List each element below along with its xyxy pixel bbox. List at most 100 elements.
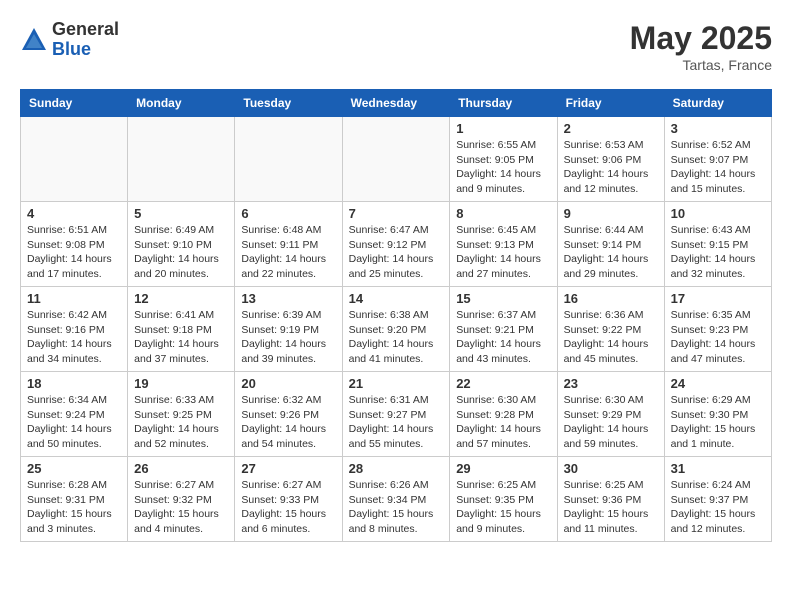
calendar-cell: 7 Sunrise: 6:47 AM Sunset: 9:12 PM Daylig… bbox=[342, 202, 450, 287]
calendar-cell: 26 Sunrise: 6:27 AM Sunset: 9:32 PM Dayli… bbox=[128, 457, 235, 542]
calendar-cell: 10Sunrise: 6:43 AM Sunset: 9:15 PM Dayli… bbox=[664, 202, 771, 287]
header-sunday: Sunday bbox=[21, 90, 128, 117]
calendar-cell: 11Sunrise: 6:42 AM Sunset: 9:16 PM Dayli… bbox=[21, 287, 128, 372]
day-info: Sunrise: 6:36 AM Sunset: 9:22 PM Dayligh… bbox=[564, 308, 658, 367]
day-info: Sunrise: 6:47 AM Sunset: 9:12 PM Dayligh… bbox=[349, 223, 444, 282]
day-number: 3 bbox=[671, 121, 765, 136]
day-info: Sunrise: 6:29 AM Sunset: 9:30 PM Dayligh… bbox=[671, 393, 765, 452]
day-number: 20 bbox=[241, 376, 335, 391]
logo: General Blue bbox=[20, 20, 119, 60]
day-info: Sunrise: 6:44 AM Sunset: 9:14 PM Dayligh… bbox=[564, 223, 658, 282]
calendar-cell: 24Sunrise: 6:29 AM Sunset: 9:30 PM Dayli… bbox=[664, 372, 771, 457]
day-number: 13 bbox=[241, 291, 335, 306]
calendar-body: 1 Sunrise: 6:55 AM Sunset: 9:05 PM Daylig… bbox=[21, 117, 772, 542]
calendar-cell bbox=[342, 117, 450, 202]
day-number: 23 bbox=[564, 376, 658, 391]
page-header: General Blue May 2025 Tartas, France bbox=[20, 20, 772, 73]
day-info: Sunrise: 6:51 AM Sunset: 9:08 PM Dayligh… bbox=[27, 223, 121, 282]
day-number: 12 bbox=[134, 291, 228, 306]
calendar-cell: 22Sunrise: 6:30 AM Sunset: 9:28 PM Dayli… bbox=[450, 372, 557, 457]
day-info: Sunrise: 6:24 AM Sunset: 9:37 PM Dayligh… bbox=[671, 478, 765, 537]
title-section: May 2025 Tartas, France bbox=[630, 20, 772, 73]
day-info: Sunrise: 6:25 AM Sunset: 9:35 PM Dayligh… bbox=[456, 478, 550, 537]
week-row-4: 25 Sunrise: 6:28 AM Sunset: 9:31 PM Dayli… bbox=[21, 457, 772, 542]
day-number: 15 bbox=[456, 291, 550, 306]
day-info: Sunrise: 6:49 AM Sunset: 9:10 PM Dayligh… bbox=[134, 223, 228, 282]
day-info: Sunrise: 6:53 AM Sunset: 9:06 PM Dayligh… bbox=[564, 138, 658, 197]
day-info: Sunrise: 6:28 AM Sunset: 9:31 PM Dayligh… bbox=[27, 478, 121, 537]
day-number: 6 bbox=[241, 206, 335, 221]
day-number: 2 bbox=[564, 121, 658, 136]
day-number: 30 bbox=[564, 461, 658, 476]
calendar-cell: 27 Sunrise: 6:27 AM Sunset: 9:33 PM Dayli… bbox=[235, 457, 342, 542]
day-number: 26 bbox=[134, 461, 228, 476]
calendar-header: SundayMondayTuesdayWednesdayThursdayFrid… bbox=[21, 90, 772, 117]
calendar-cell bbox=[21, 117, 128, 202]
calendar-cell: 3 Sunrise: 6:52 AM Sunset: 9:07 PM Daylig… bbox=[664, 117, 771, 202]
calendar-cell: 8 Sunrise: 6:45 AM Sunset: 9:13 PM Daylig… bbox=[450, 202, 557, 287]
header-saturday: Saturday bbox=[664, 90, 771, 117]
calendar-cell: 19Sunrise: 6:33 AM Sunset: 9:25 PM Dayli… bbox=[128, 372, 235, 457]
header-wednesday: Wednesday bbox=[342, 90, 450, 117]
calendar-cell: 14 Sunrise: 6:38 AM Sunset: 9:20 PM Dayli… bbox=[342, 287, 450, 372]
logo-icon bbox=[20, 26, 48, 54]
day-number: 14 bbox=[349, 291, 444, 306]
calendar-cell: 4 Sunrise: 6:51 AM Sunset: 9:08 PM Daylig… bbox=[21, 202, 128, 287]
day-number: 4 bbox=[27, 206, 121, 221]
day-number: 7 bbox=[349, 206, 444, 221]
day-number: 9 bbox=[564, 206, 658, 221]
day-info: Sunrise: 6:38 AM Sunset: 9:20 PM Dayligh… bbox=[349, 308, 444, 367]
day-info: Sunrise: 6:45 AM Sunset: 9:13 PM Dayligh… bbox=[456, 223, 550, 282]
day-info: Sunrise: 6:42 AM Sunset: 9:16 PM Dayligh… bbox=[27, 308, 121, 367]
calendar-cell: 30 Sunrise: 6:25 AM Sunset: 9:36 PM Dayli… bbox=[557, 457, 664, 542]
day-info: Sunrise: 6:30 AM Sunset: 9:29 PM Dayligh… bbox=[564, 393, 658, 452]
week-row-0: 1 Sunrise: 6:55 AM Sunset: 9:05 PM Daylig… bbox=[21, 117, 772, 202]
calendar-cell: 20 Sunrise: 6:32 AM Sunset: 9:26 PM Dayli… bbox=[235, 372, 342, 457]
calendar-cell bbox=[128, 117, 235, 202]
day-number: 29 bbox=[456, 461, 550, 476]
header-monday: Monday bbox=[128, 90, 235, 117]
day-info: Sunrise: 6:34 AM Sunset: 9:24 PM Dayligh… bbox=[27, 393, 121, 452]
day-info: Sunrise: 6:52 AM Sunset: 9:07 PM Dayligh… bbox=[671, 138, 765, 197]
day-number: 25 bbox=[27, 461, 121, 476]
header-tuesday: Tuesday bbox=[235, 90, 342, 117]
calendar-cell: 25 Sunrise: 6:28 AM Sunset: 9:31 PM Dayli… bbox=[21, 457, 128, 542]
day-info: Sunrise: 6:27 AM Sunset: 9:33 PM Dayligh… bbox=[241, 478, 335, 537]
day-number: 8 bbox=[456, 206, 550, 221]
logo-general: General bbox=[52, 20, 119, 40]
calendar-cell: 18 Sunrise: 6:34 AM Sunset: 9:24 PM Dayli… bbox=[21, 372, 128, 457]
day-info: Sunrise: 6:43 AM Sunset: 9:15 PM Dayligh… bbox=[671, 223, 765, 282]
header-row: SundayMondayTuesdayWednesdayThursdayFrid… bbox=[21, 90, 772, 117]
calendar-cell: 29 Sunrise: 6:25 AM Sunset: 9:35 PM Dayli… bbox=[450, 457, 557, 542]
calendar-cell: 13 Sunrise: 6:39 AM Sunset: 9:19 PM Dayli… bbox=[235, 287, 342, 372]
calendar-cell: 28Sunrise: 6:26 AM Sunset: 9:34 PM Dayli… bbox=[342, 457, 450, 542]
calendar-cell: 2 Sunrise: 6:53 AM Sunset: 9:06 PM Daylig… bbox=[557, 117, 664, 202]
day-number: 16 bbox=[564, 291, 658, 306]
day-info: Sunrise: 6:32 AM Sunset: 9:26 PM Dayligh… bbox=[241, 393, 335, 452]
month-title: May 2025 bbox=[630, 20, 772, 57]
location: Tartas, France bbox=[630, 57, 772, 73]
day-info: Sunrise: 6:31 AM Sunset: 9:27 PM Dayligh… bbox=[349, 393, 444, 452]
calendar-cell: 17Sunrise: 6:35 AM Sunset: 9:23 PM Dayli… bbox=[664, 287, 771, 372]
day-number: 31 bbox=[671, 461, 765, 476]
calendar-cell: 15Sunrise: 6:37 AM Sunset: 9:21 PM Dayli… bbox=[450, 287, 557, 372]
day-number: 18 bbox=[27, 376, 121, 391]
day-info: Sunrise: 6:27 AM Sunset: 9:32 PM Dayligh… bbox=[134, 478, 228, 537]
day-info: Sunrise: 6:41 AM Sunset: 9:18 PM Dayligh… bbox=[134, 308, 228, 367]
calendar-cell: 5Sunrise: 6:49 AM Sunset: 9:10 PM Daylig… bbox=[128, 202, 235, 287]
day-number: 19 bbox=[134, 376, 228, 391]
calendar-cell: 31 Sunrise: 6:24 AM Sunset: 9:37 PM Dayli… bbox=[664, 457, 771, 542]
day-info: Sunrise: 6:25 AM Sunset: 9:36 PM Dayligh… bbox=[564, 478, 658, 537]
week-row-3: 18 Sunrise: 6:34 AM Sunset: 9:24 PM Dayli… bbox=[21, 372, 772, 457]
calendar-cell: 23 Sunrise: 6:30 AM Sunset: 9:29 PM Dayli… bbox=[557, 372, 664, 457]
day-info: Sunrise: 6:30 AM Sunset: 9:28 PM Dayligh… bbox=[456, 393, 550, 452]
day-info: Sunrise: 6:55 AM Sunset: 9:05 PM Dayligh… bbox=[456, 138, 550, 197]
day-number: 1 bbox=[456, 121, 550, 136]
header-friday: Friday bbox=[557, 90, 664, 117]
week-row-2: 11Sunrise: 6:42 AM Sunset: 9:16 PM Dayli… bbox=[21, 287, 772, 372]
day-number: 21 bbox=[349, 376, 444, 391]
day-info: Sunrise: 6:39 AM Sunset: 9:19 PM Dayligh… bbox=[241, 308, 335, 367]
day-number: 27 bbox=[241, 461, 335, 476]
day-info: Sunrise: 6:48 AM Sunset: 9:11 PM Dayligh… bbox=[241, 223, 335, 282]
calendar-cell bbox=[235, 117, 342, 202]
